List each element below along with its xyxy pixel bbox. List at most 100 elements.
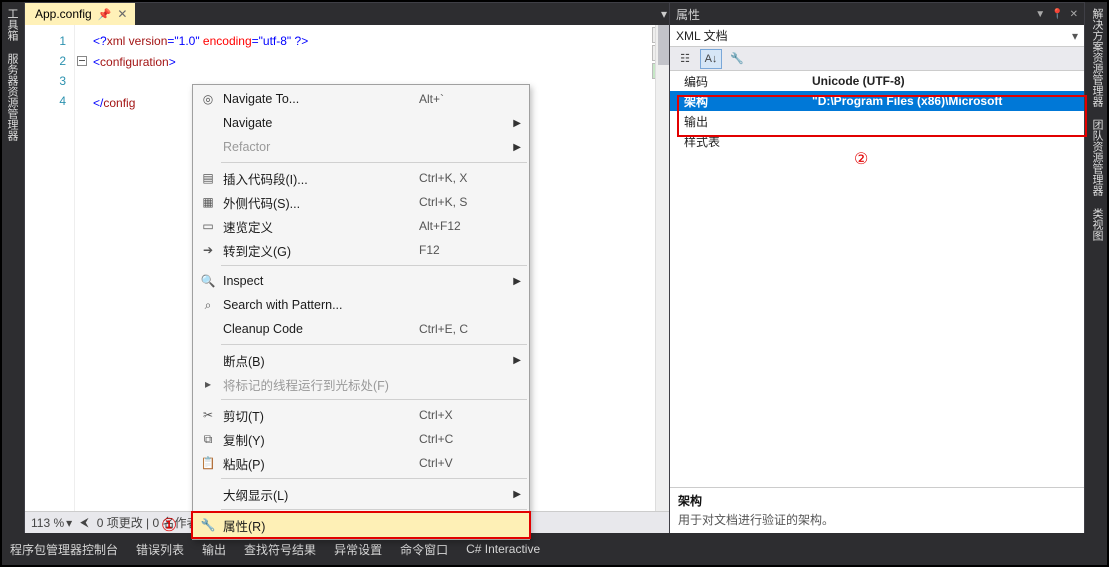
search-icon: ⌕ xyxy=(197,298,219,313)
bottom-tab[interactable]: C# Interactive xyxy=(464,538,542,560)
bottom-tab[interactable]: 异常设置 xyxy=(332,537,384,562)
menu-item-label: 断点(B) xyxy=(219,351,419,370)
bottom-tab[interactable]: 命令窗口 xyxy=(398,537,450,562)
chevron-down-icon: ▾ xyxy=(66,516,72,530)
dropdown-icon[interactable]: ▼ xyxy=(1035,9,1045,20)
categorized-button[interactable]: ☷ xyxy=(674,49,696,69)
left-vertical-toolwindows: 工具箱 服务器资源管理器 xyxy=(2,2,22,532)
property-name: 架构 xyxy=(670,93,808,110)
menu-item[interactable]: 📋粘贴(P)Ctrl+V xyxy=(193,451,529,475)
bottom-tab[interactable]: 查找符号结果 xyxy=(242,537,318,562)
menu-item[interactable]: ▭速览定义Alt+F12 xyxy=(193,214,529,238)
scrollbar-thumb[interactable] xyxy=(658,25,669,65)
menu-item[interactable]: ⌕Search with Pattern... xyxy=(193,293,529,317)
submenu-arrow-icon: ▶ xyxy=(509,276,521,287)
menu-item-label: 外侧代码(S)... xyxy=(219,193,419,212)
menu-separator xyxy=(221,399,527,400)
editor-context-menu: ◎Navigate To...Alt+`Navigate▶Refactor▶▤插… xyxy=(192,84,530,540)
alphabetical-button[interactable]: A↓ xyxy=(700,49,722,69)
goto-icon: ➔ xyxy=(197,243,219,257)
property-row[interactable]: 样式表 xyxy=(670,131,1084,151)
menu-item-shortcut: Ctrl+E, C xyxy=(419,322,509,336)
menu-item[interactable]: Navigate▶ xyxy=(193,111,529,135)
menu-item-label: Inspect xyxy=(219,274,419,288)
properties-grid[interactable]: 编码Unicode (UTF-8)架构"D:\Program Files (x8… xyxy=(670,71,1084,151)
menu-item[interactable]: 断点(B) ▶ xyxy=(193,348,529,372)
file-tab-appconfig[interactable]: App.config 📌 ✕ xyxy=(25,3,135,25)
menu-item[interactable]: 大纲显示(L)▶ xyxy=(193,482,529,506)
property-pages-button[interactable]: 🔧 xyxy=(726,49,748,69)
properties-title-text: 属性 xyxy=(676,6,700,23)
properties-panel: 属性 ▼ 📍 ✕ XML 文档 ▾ ☷ A↓ 🔧 编码Unicode (UTF-… xyxy=(669,2,1085,534)
submenu-arrow-icon: ▶ xyxy=(509,142,521,153)
close-icon[interactable]: ✕ xyxy=(1070,9,1078,20)
object-name: XML 文档 xyxy=(676,27,728,44)
fold-gutter xyxy=(75,25,89,511)
menu-item-label: 转到定义(G) xyxy=(219,241,419,260)
menu-item-label: Navigate To... xyxy=(219,92,419,106)
properties-titlebar[interactable]: 属性 ▼ 📍 ✕ xyxy=(670,3,1084,25)
menu-item-shortcut: Ctrl+C xyxy=(419,432,509,446)
menu-item-label: 剪切(T) xyxy=(219,406,419,425)
menu-item[interactable]: Cleanup CodeCtrl+E, C xyxy=(193,317,529,341)
desc-text: 用于对文档进行验证的架构。 xyxy=(678,511,1076,528)
menu-item-label: 大纲显示(L) xyxy=(219,485,419,504)
menu-item[interactable]: 🔍Inspect▶ xyxy=(193,269,529,293)
team-explorer-tab[interactable]: 团队资源管理器 xyxy=(1087,113,1107,202)
menu-item[interactable]: 🔧属性(R)① xyxy=(193,513,529,537)
bottom-toolwindow-tabs: 程序包管理器控制台 错误列表 输出 查找符号结果 异常设置 命令窗口 C# In… xyxy=(2,533,1107,565)
menu-item[interactable]: ➔转到定义(G)F12 xyxy=(193,238,529,262)
wrench-icon: 🔧 xyxy=(197,518,219,532)
menu-item[interactable]: ▤插入代码段(I)...Ctrl+K, X xyxy=(193,166,529,190)
menu-item-label: Refactor xyxy=(219,140,419,154)
nav-prev-icon[interactable]: ⮜ xyxy=(80,515,89,530)
bottom-tab[interactable]: 程序包管理器控制台 xyxy=(8,537,120,562)
annotation-marker-1: ① xyxy=(161,515,177,536)
submenu-arrow-icon: ▶ xyxy=(509,118,521,129)
toolbox-tab[interactable]: 工具箱 xyxy=(2,2,22,47)
menu-item[interactable]: ⧉复制(Y)Ctrl+C xyxy=(193,427,529,451)
line-number-gutter: 1 2 3 4 xyxy=(25,25,75,511)
property-row[interactable]: 输出 xyxy=(670,111,1084,131)
menu-item-label: 复制(Y) xyxy=(219,430,419,449)
bottom-tab[interactable]: 输出 xyxy=(200,537,228,562)
submenu-arrow-icon: ▶ xyxy=(509,355,521,366)
server-explorer-tab[interactable]: 服务器资源管理器 xyxy=(2,47,22,147)
pin-icon[interactable]: 📍 xyxy=(1051,9,1063,20)
properties-object-combo[interactable]: XML 文档 ▾ xyxy=(670,25,1084,47)
menu-item[interactable]: ◎Navigate To...Alt+` xyxy=(193,87,529,111)
menu-item[interactable]: ▦外侧代码(S)...Ctrl+K, S xyxy=(193,190,529,214)
class-view-tab[interactable]: 类视图 xyxy=(1087,202,1107,247)
menu-item: Refactor ▶ xyxy=(193,135,529,159)
close-icon[interactable]: ✕ xyxy=(117,7,127,21)
target-icon: ◎ xyxy=(197,92,219,106)
property-row[interactable]: 编码Unicode (UTF-8) xyxy=(670,71,1084,91)
desc-title: 架构 xyxy=(678,492,1076,509)
bottom-tab[interactable]: 错误列表 xyxy=(134,537,186,562)
pin-icon[interactable]: 📌 xyxy=(98,8,112,21)
fold-toggle-icon[interactable] xyxy=(77,56,87,66)
property-value[interactable]: Unicode (UTF-8) xyxy=(808,74,1084,88)
menu-item-shortcut: Ctrl+V xyxy=(419,456,509,470)
menu-item-label: 将标记的线程运行到光标处(F) xyxy=(219,375,419,394)
menu-item-shortcut: Alt+F12 xyxy=(419,219,509,233)
property-name: 编码 xyxy=(670,73,808,90)
annotation-marker-2: ② xyxy=(854,149,868,169)
solution-explorer-tab[interactable]: 解决方案资源管理器 xyxy=(1087,2,1107,113)
zoom-combo[interactable]: 113 % ▾ xyxy=(31,516,72,530)
menu-item-label: Cleanup Code xyxy=(219,322,419,336)
menu-item-label: 插入代码段(I)... xyxy=(219,169,419,188)
property-value[interactable]: "D:\Program Files (x86)\Microsoft xyxy=(808,94,1084,108)
menu-item-shortcut: Ctrl+K, X xyxy=(419,171,509,185)
menu-item-shortcut: Alt+` xyxy=(419,92,509,106)
tab-overflow-icon[interactable]: ▾ xyxy=(661,7,667,21)
menu-item[interactable]: ✂剪切(T)Ctrl+X xyxy=(193,403,529,427)
property-row[interactable]: 架构"D:\Program Files (x86)\Microsoft xyxy=(670,91,1084,111)
properties-description: 架构 用于对文档进行验证的架构。 xyxy=(670,487,1084,533)
right-vertical-toolwindows: 解决方案资源管理器 团队资源管理器 类视图 xyxy=(1087,2,1107,532)
menu-item-shortcut: Ctrl+X xyxy=(419,408,509,422)
menu-item-shortcut: Ctrl+K, S xyxy=(419,195,509,209)
book-icon: ▭ xyxy=(197,219,219,233)
snippet-icon: ▤ xyxy=(197,171,219,185)
editor-tab-strip: App.config 📌 ✕ ▾ xyxy=(25,3,671,25)
